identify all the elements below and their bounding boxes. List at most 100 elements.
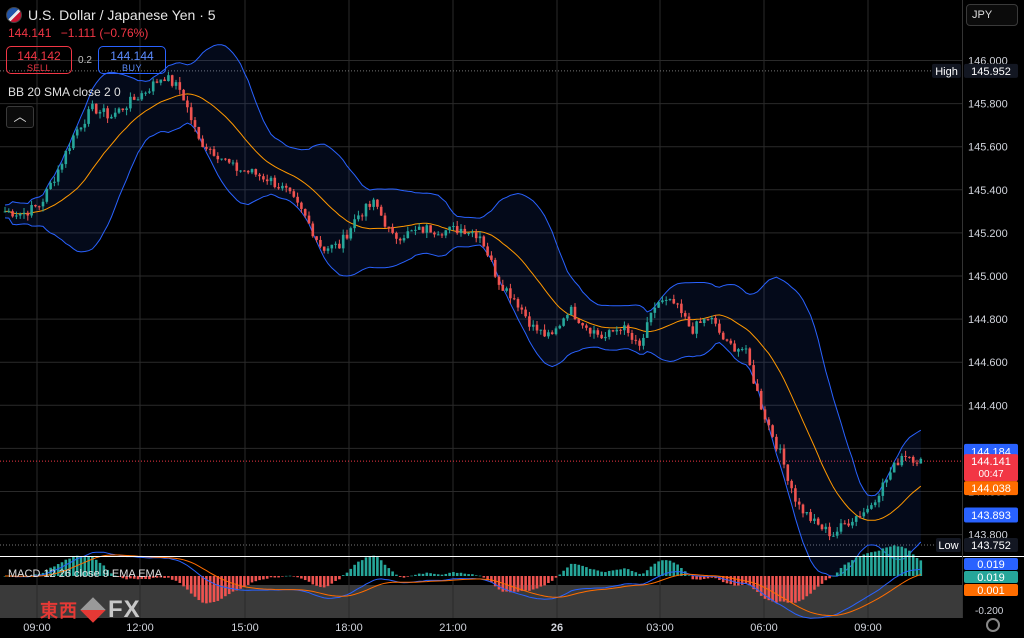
macd-histogram-bar [539, 576, 543, 587]
candle-body [866, 508, 869, 513]
macd-histogram-bar [250, 576, 254, 583]
candle-body [547, 332, 550, 337]
candle-body [288, 187, 292, 192]
macd-histogram-bar [322, 576, 326, 588]
candle-body [501, 284, 505, 291]
candle-body [524, 309, 527, 317]
macd-histogram-bar [626, 569, 630, 576]
sell-button[interactable]: 144.142 SELL [6, 46, 72, 74]
candle-body [330, 244, 334, 249]
candle-body [360, 215, 364, 217]
low-value-tag: 143.752 [971, 540, 1011, 552]
candle-body [125, 108, 128, 110]
candle-body [763, 409, 767, 420]
candle-body [892, 462, 896, 473]
candle-body [250, 169, 254, 173]
candle-body [186, 100, 189, 108]
candle-body [452, 226, 455, 228]
logo-cn-text: 東西 [40, 601, 78, 622]
macd-indicator-label[interactable]: MACD 12 26 close 9 EMA EMA [8, 568, 162, 580]
candle-body [729, 340, 733, 344]
candle-body [592, 330, 596, 334]
candle-body [357, 215, 360, 220]
bb-indicator-label[interactable]: BB 20 SMA close 2 0 [8, 85, 121, 99]
macd-histogram-bar [341, 575, 345, 576]
candle-body [45, 188, 49, 202]
candle-body [611, 330, 615, 332]
candle-body [144, 92, 147, 94]
candle-body [174, 82, 178, 86]
candle-body [828, 526, 831, 537]
macd-histogram-bar [843, 564, 847, 576]
buy-button[interactable]: 144.144 BUY [98, 46, 166, 74]
macd-histogram-bar [216, 576, 220, 601]
candle-body [904, 455, 907, 457]
candle-body [569, 306, 573, 315]
candle-body [277, 187, 280, 189]
candle-body [258, 174, 261, 177]
candle-body [201, 138, 204, 148]
macd-histogram-bar [900, 546, 904, 576]
candle-body [512, 298, 516, 300]
candle-body [113, 112, 117, 117]
symbol-header[interactable]: U.S. Dollar / Japanese Yen · 5 [6, 6, 216, 24]
candle-body [820, 524, 824, 530]
macd-histogram-bar [797, 576, 801, 602]
candle-body [543, 329, 546, 337]
candle-body [642, 337, 645, 346]
candle-body [3, 211, 7, 213]
sell-price: 144.142 [17, 49, 61, 63]
candle-body [303, 208, 307, 216]
candle-body [607, 330, 611, 337]
y-tick-label: 145.600 [968, 142, 1008, 154]
candle-body [41, 201, 45, 207]
macd-histogram-bar [478, 575, 482, 577]
candle-body [269, 177, 273, 182]
gear-icon[interactable] [986, 618, 1000, 632]
candle-body [341, 234, 345, 249]
macd-histogram-bar [421, 573, 425, 576]
macd-histogram-bar [334, 576, 337, 581]
candle-body [474, 232, 478, 239]
candle-body [463, 228, 467, 235]
macd-histogram-bar [326, 576, 330, 587]
candle-body [843, 523, 847, 525]
macd-histogram-bar [547, 576, 550, 584]
macd-histogram-bar [379, 560, 383, 576]
macd-histogram-bar [854, 557, 858, 576]
candle-body [581, 322, 584, 326]
candle-body [889, 472, 892, 480]
chart-canvas[interactable]: 146.000145.800145.600145.400145.200145.0… [0, 0, 1024, 638]
candle-body [246, 170, 250, 173]
candle-body [391, 226, 394, 233]
macd-histogram-bar [258, 576, 261, 581]
macd-histogram-bar [182, 576, 185, 587]
macd-histogram-bar [307, 576, 311, 582]
candle-body [854, 516, 858, 522]
candle-body [661, 300, 664, 303]
macd-histogram-bar [243, 576, 246, 587]
macd-histogram-bar [554, 576, 558, 578]
macd-histogram-bar [786, 576, 790, 603]
candle-body [94, 103, 98, 114]
collapse-indicators-button[interactable]: ︿ [6, 106, 34, 128]
macd-histogram-bar [915, 557, 919, 576]
candle-body [231, 162, 235, 164]
macd-histogram-bar [277, 576, 280, 578]
macd-histogram-bar [619, 569, 622, 576]
macd-histogram-bar [208, 576, 212, 603]
candle-body [376, 199, 379, 207]
candle-body [239, 170, 242, 172]
macd-histogram-bar [657, 561, 660, 576]
candle-body [98, 111, 102, 114]
candle-body [858, 516, 862, 518]
candle-body [319, 239, 322, 247]
candle-body [448, 226, 451, 231]
macd-histogram-bar [566, 567, 569, 576]
macd-histogram-bar [303, 576, 307, 581]
candle-body [588, 327, 592, 334]
candle-body [490, 255, 493, 260]
candle-body [771, 425, 774, 437]
currency-button[interactable]: JPY [966, 4, 1018, 26]
candle-body [596, 330, 600, 335]
